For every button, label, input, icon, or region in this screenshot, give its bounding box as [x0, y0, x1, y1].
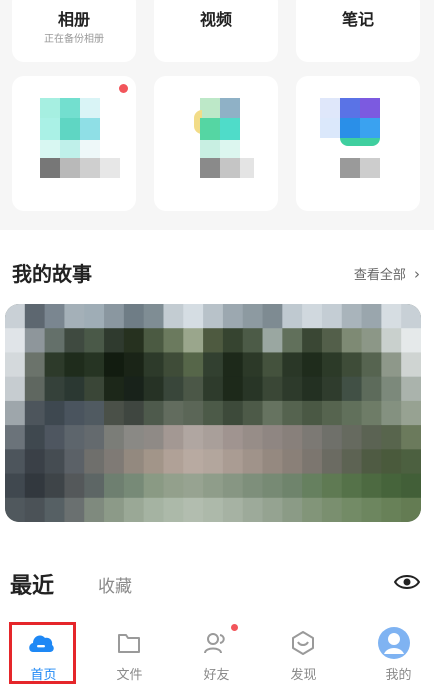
view-all-link[interactable]: 查看全部 ›: [354, 264, 420, 283]
tab-friends-label: 好友: [203, 668, 230, 683]
tab-recent[interactable]: 最近: [10, 568, 54, 600]
album-backup-status: 正在备份相册: [44, 34, 104, 45]
album-card[interactable]: 相册 正在备份相册: [12, 0, 136, 62]
tab-me[interactable]: 我的: [347, 620, 434, 688]
video-card[interactable]: 视频: [154, 0, 278, 62]
tab-favorites[interactable]: 收藏: [98, 572, 132, 597]
video-title: 视频: [199, 10, 232, 29]
folder-icon: [118, 634, 140, 653]
shortcut-card-2[interactable]: [154, 76, 278, 211]
friends-icon: [204, 633, 225, 654]
shortcut-card-3[interactable]: [296, 76, 420, 211]
section-divider: [0, 222, 434, 230]
notes-card[interactable]: 笔记: [296, 0, 420, 62]
avatar-icon: [378, 627, 410, 659]
shortcut-card-1[interactable]: [12, 76, 136, 211]
view-all-label: 查看全部: [353, 268, 406, 283]
tab-discover-label: 发现: [290, 668, 317, 683]
highlight-box: [9, 622, 76, 684]
stories-title: 我的故事: [12, 262, 92, 286]
tab-discover[interactable]: 发现: [260, 620, 347, 688]
discover-icon: [292, 631, 314, 655]
story-photo[interactable]: [5, 304, 421, 522]
chevron-right-icon: ›: [414, 265, 420, 283]
tab-files-label: 文件: [116, 668, 143, 683]
tab-files[interactable]: 文件: [86, 620, 173, 688]
new-badge: [119, 84, 128, 93]
eye-icon[interactable]: [393, 573, 421, 595]
tab-me-label: 我的: [385, 668, 412, 683]
story-photo-image: [5, 304, 421, 522]
friends-badge: [231, 624, 238, 631]
album-title: 相册: [57, 10, 90, 29]
tab-friends[interactable]: 好友: [173, 620, 260, 688]
notes-title: 笔记: [341, 10, 374, 29]
